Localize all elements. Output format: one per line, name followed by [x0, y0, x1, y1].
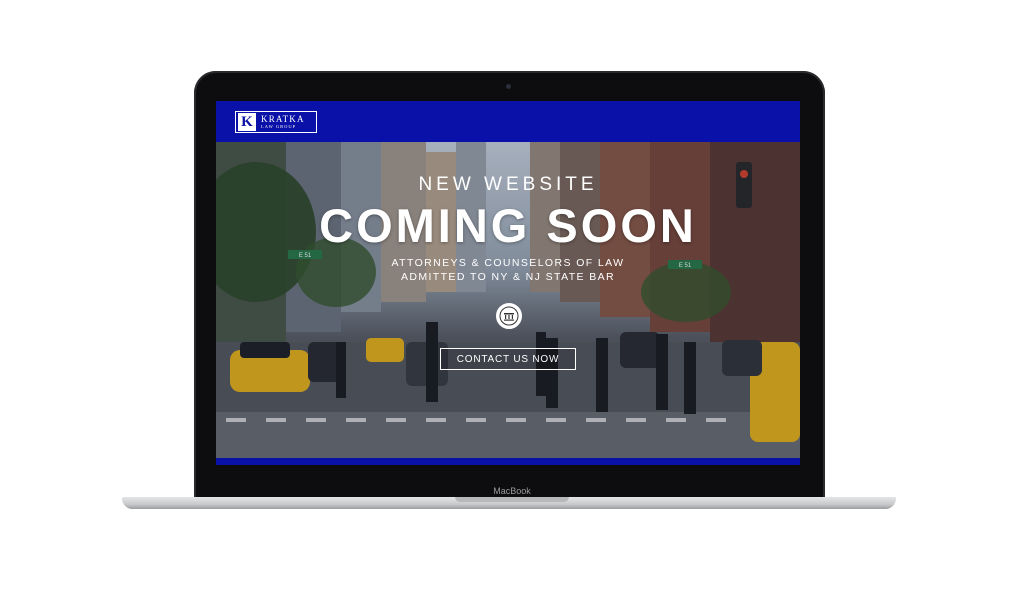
court-seal-icon — [496, 303, 522, 329]
logo-text: KRATKA LAW GROUP — [261, 113, 305, 130]
site-footer-bar — [216, 458, 800, 465]
site-header: K KRATKA LAW GROUP — [216, 101, 800, 142]
hero-banner: E 51 E 51 NEW WEBSITE COMING SOON ATTORN… — [216, 142, 800, 458]
hero-title: COMING SOON — [319, 199, 697, 252]
hero-tagline-1: ATTORNEYS & COUNSELORS OF LAW — [391, 257, 625, 269]
camera-icon — [506, 84, 511, 89]
device-brand-label: MacBook — [493, 486, 531, 496]
logo-mark: K — [238, 113, 256, 131]
contact-us-button[interactable]: CONTACT US NOW — [440, 348, 576, 370]
laptop-screen: K KRATKA LAW GROUP E 51 E 51 NEW WEBSITE… — [216, 101, 800, 465]
laptop-notch — [455, 497, 569, 502]
logo-tagline: LAW GROUP — [261, 123, 297, 129]
hero-kicker: NEW WEBSITE — [418, 174, 598, 195]
logo-name: KRATKA — [261, 113, 305, 124]
site-logo[interactable]: K KRATKA LAW GROUP — [235, 111, 317, 133]
hero-tagline-2: ADMITTED TO NY & NJ STATE BAR — [400, 271, 616, 283]
